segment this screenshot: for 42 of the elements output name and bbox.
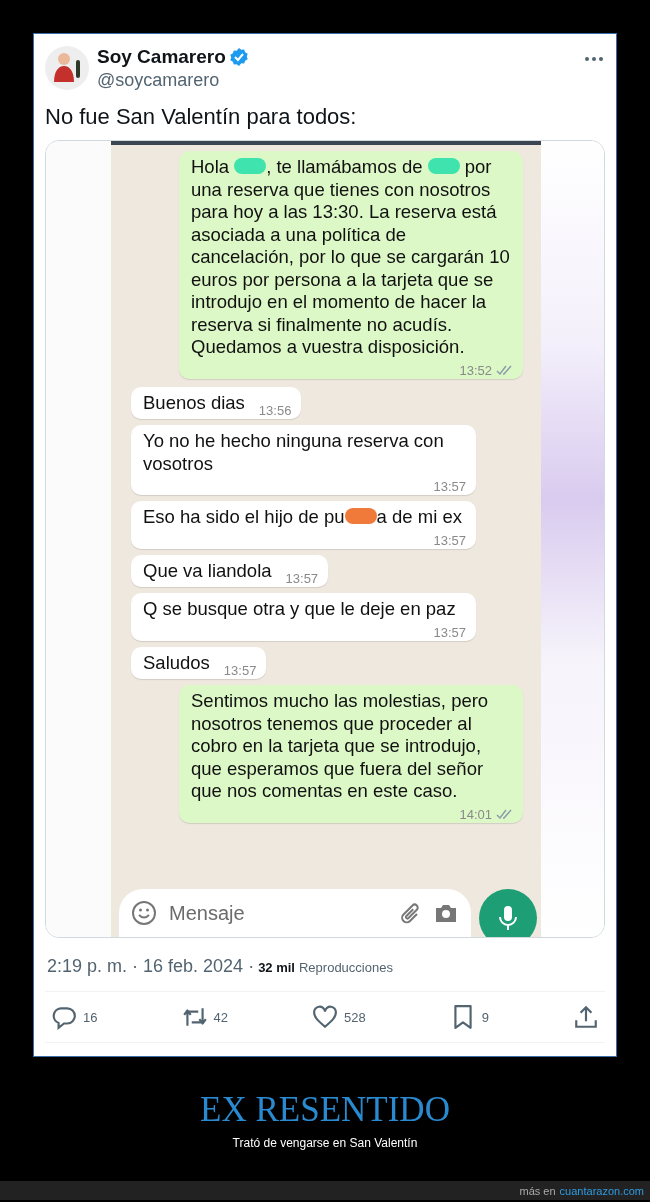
- like-button[interactable]: 528: [312, 1004, 366, 1030]
- message-time: 13:57: [285, 571, 319, 586]
- message-text: Yo no he hecho ninguna reserva con vosotros: [143, 430, 445, 475]
- retweet-button[interactable]: 42: [181, 1004, 228, 1030]
- message-time: 13:57: [433, 624, 466, 640]
- heart-icon[interactable]: [312, 1004, 338, 1030]
- reply-button[interactable]: 16: [51, 1004, 98, 1030]
- post-date[interactable]: 2:19 p. m. · 16 feb. 2024 ·: [47, 956, 255, 977]
- account-handle[interactable]: @soycamarero: [97, 70, 575, 91]
- message-text: Buenos dias: [143, 391, 245, 414]
- message-text: Que va liandola: [143, 559, 272, 582]
- message-time: 14:01: [459, 806, 492, 822]
- message-text: Hola , te llamábamos de por una reserva que tienes con nosotros para hoy a las 13:30. La reserva está asociada a una política de cancelación, por lo que se cargarán 10 euros por persona a la tarjeta que se introdujo en el momento de hacer la reserva si finalmente no acudís. Quedamos a vuestra disposición.: [191, 156, 511, 359]
- share-button[interactable]: [573, 1004, 599, 1030]
- bookmark-button[interactable]: 9: [449, 1004, 489, 1030]
- emoji-icon[interactable]: [131, 900, 157, 926]
- message-text: Q se busque otra y que le deje en paz: [143, 598, 456, 621]
- microphone-button[interactable]: [479, 889, 537, 937]
- message-field[interactable]: Mensaje: [119, 889, 471, 937]
- microphone-icon[interactable]: [496, 904, 520, 932]
- message-time: 13:52: [459, 362, 492, 378]
- view-count: 32 mil: [258, 960, 295, 975]
- message-time: 13:56: [258, 403, 292, 418]
- tweet-text: No fue San Valentín para todos:: [45, 104, 358, 130]
- caption-title: EX RESENTIDO: [200, 1090, 450, 1130]
- account-name[interactable]: Soy Camarero: [97, 46, 226, 68]
- message-input[interactable]: Mensaje: [167, 900, 387, 926]
- message-text: Eso ha sido el hijo de pu a de mi ex: [143, 506, 462, 529]
- views-label: Reproducciones: [299, 960, 393, 975]
- message-text: Saludos: [143, 651, 210, 674]
- message-text: Sentimos mucho las molestias, pero nosotros tenemos que proceder al cobro en la tarjeta que se introdujo, que esperamos que fuera del señor que nos comentas en este caso.: [191, 690, 490, 803]
- message-time: 13:57: [433, 532, 466, 548]
- caption-subtitle: Trató de vengarse en San Valentín: [232, 1136, 418, 1150]
- double-check-icon: [496, 808, 513, 820]
- more-icon[interactable]: [583, 54, 605, 64]
- footer-text: más en: [519, 1184, 556, 1197]
- avatar[interactable]: [45, 46, 89, 90]
- message-time: 13:57: [223, 663, 257, 678]
- reply-icon[interactable]: [51, 1004, 77, 1030]
- site-link[interactable]: cuantarazon.com: [559, 1184, 644, 1197]
- double-check-icon: [496, 364, 513, 376]
- message-time: 13:57: [433, 479, 466, 494]
